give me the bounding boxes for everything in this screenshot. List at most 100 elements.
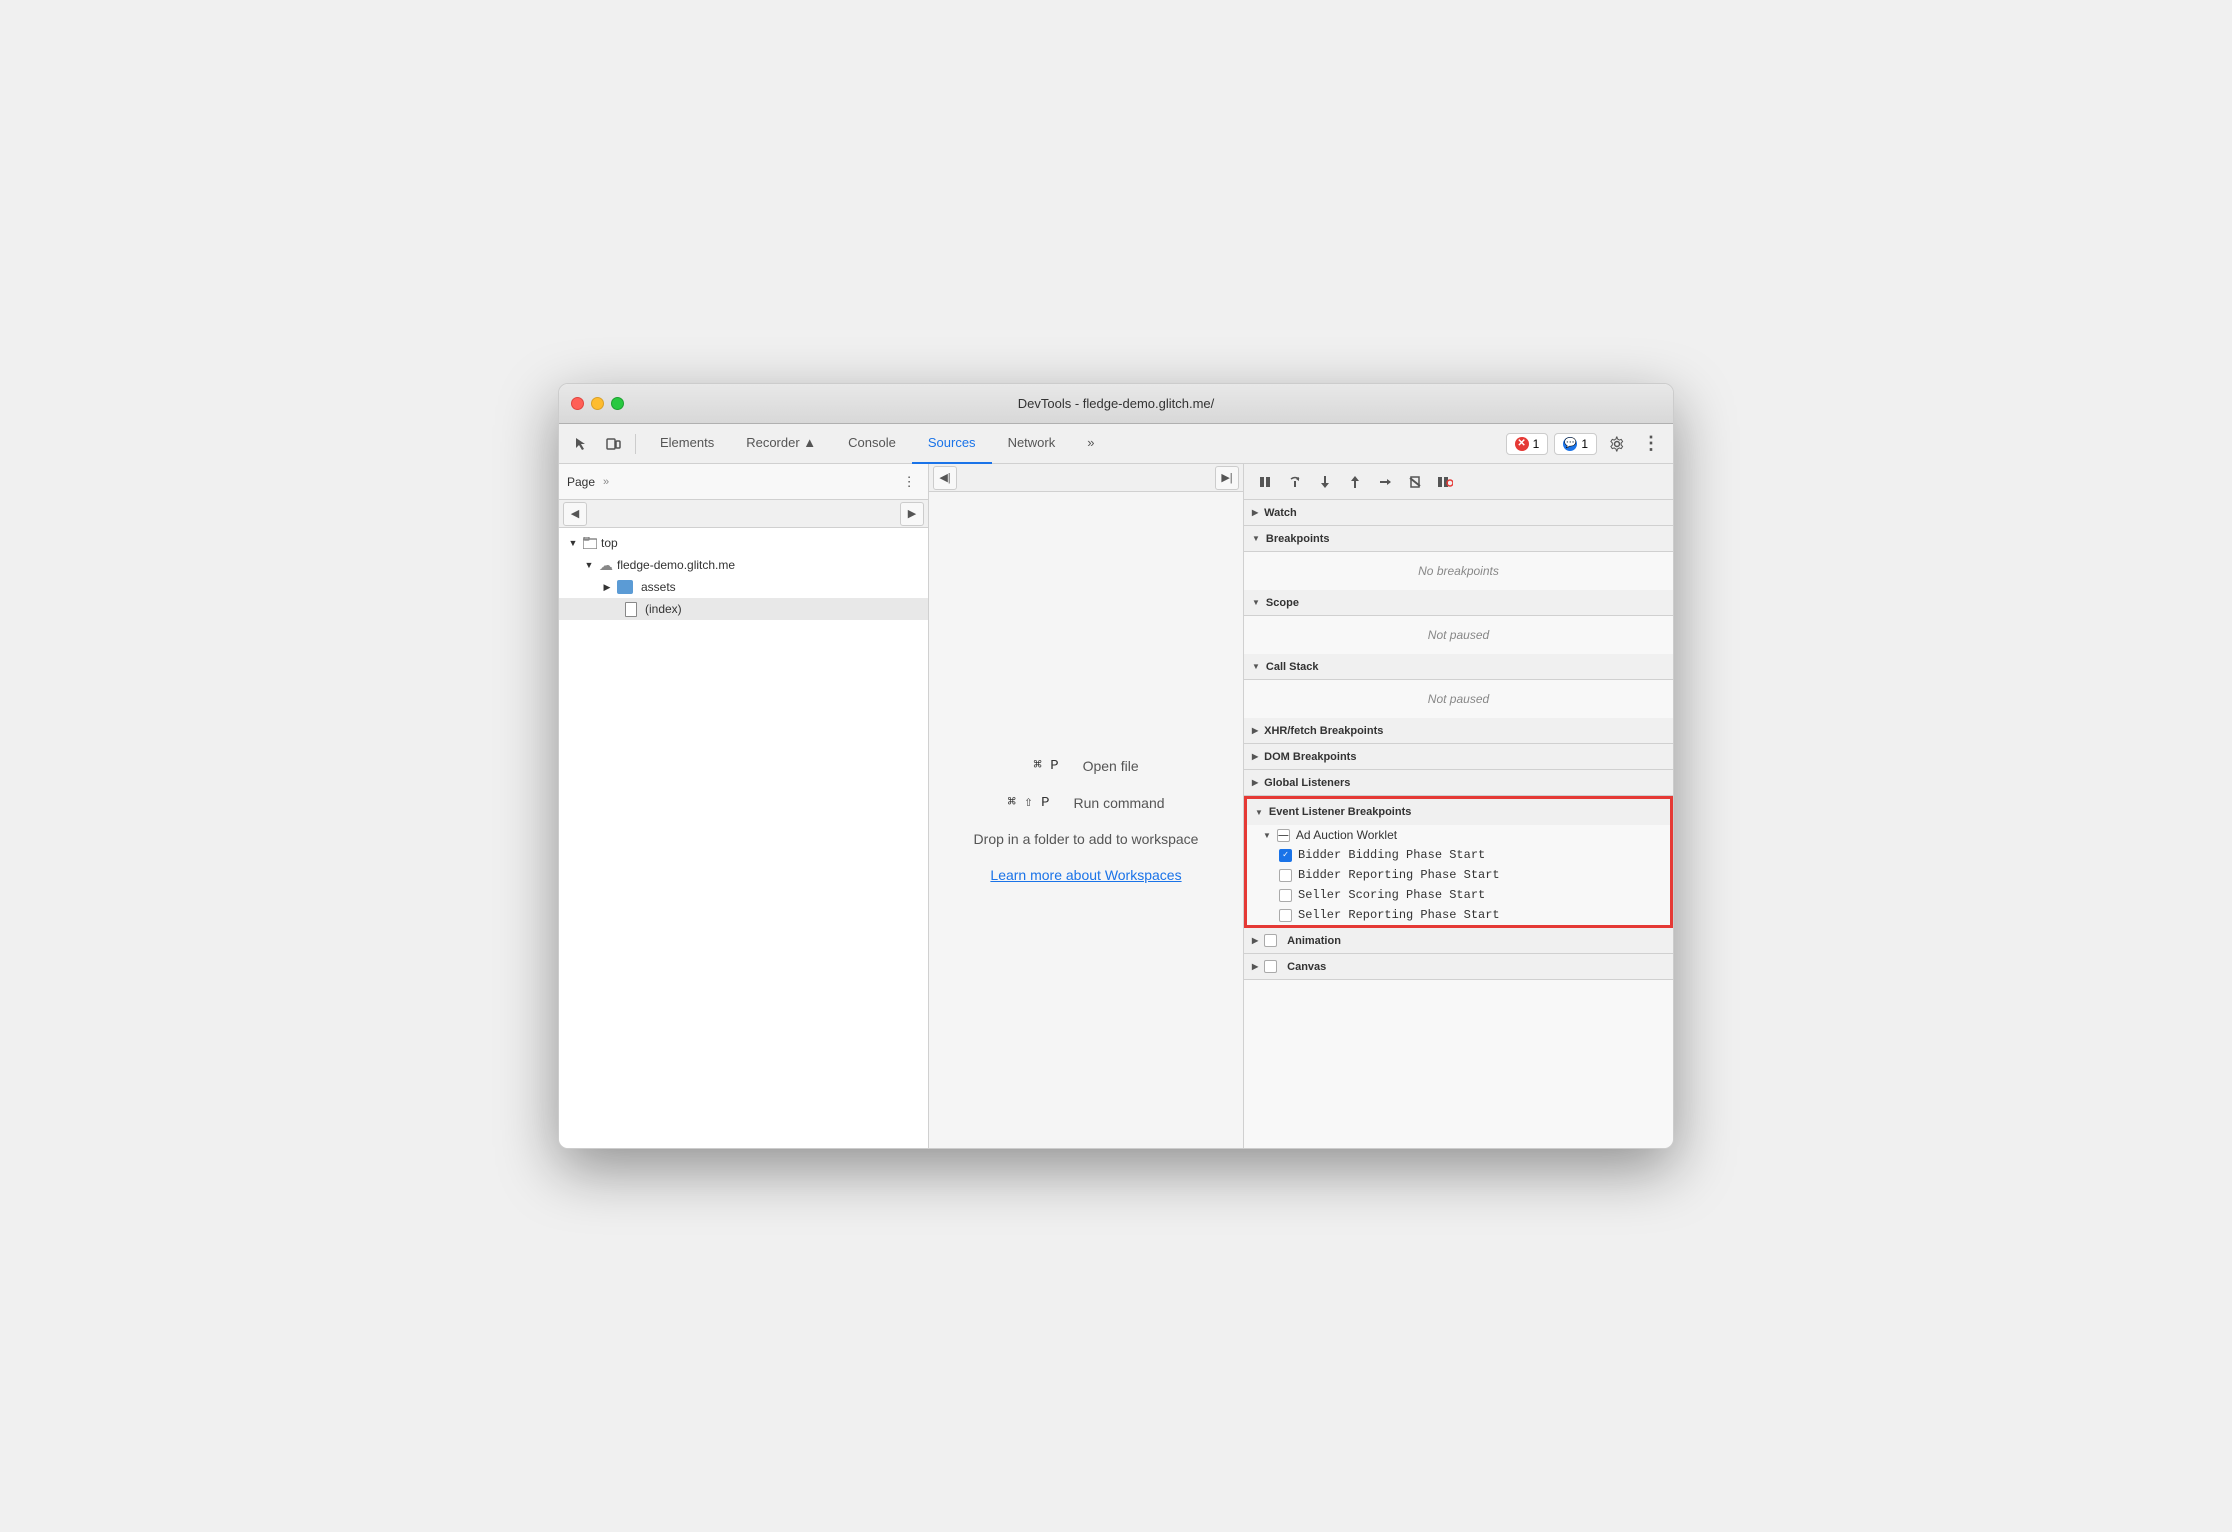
breakpoint-bidder-bidding[interactable]: Bidder Bidding Phase Start: [1247, 845, 1670, 865]
minimize-button[interactable]: [591, 397, 604, 410]
scope-content: Not paused: [1244, 616, 1673, 654]
pause-resume-button[interactable]: [1252, 469, 1278, 495]
dom-label: DOM Breakpoints: [1264, 751, 1356, 763]
title-bar: DevTools - fledge-demo.glitch.me/: [559, 384, 1673, 424]
ad-auction-label: Ad Auction Worklet: [1296, 828, 1397, 842]
left-panel-toolbar: ◀ ▶: [559, 500, 928, 528]
maximize-button[interactable]: [611, 397, 624, 410]
scope-label: Scope: [1266, 597, 1299, 609]
more-options-button[interactable]: ⋮: [1637, 430, 1665, 458]
chevron-right-icon: »: [603, 476, 609, 488]
section-header-xhr[interactable]: ▶ XHR/fetch Breakpoints: [1244, 718, 1673, 744]
expand-arrow-fledge: ▼: [583, 559, 595, 571]
ad-auction-expand-icon: ▼: [1263, 831, 1271, 840]
center-nav-right[interactable]: ▶|: [1215, 466, 1239, 490]
cursor-icon: [573, 436, 589, 452]
tab-console[interactable]: Console: [832, 424, 912, 464]
step-out-icon: [1348, 475, 1362, 489]
more-options-tree-button[interactable]: ⋮: [898, 471, 920, 493]
inspect-icon-button[interactable]: [567, 430, 595, 458]
section-header-animation[interactable]: ▶ Animation: [1244, 928, 1673, 954]
tab-network[interactable]: Network: [992, 424, 1072, 464]
bidder-reporting-checkbox[interactable]: [1279, 869, 1292, 882]
tab-recorder[interactable]: Recorder ▲: [730, 424, 832, 464]
call-stack-label: Call Stack: [1266, 661, 1319, 673]
close-button[interactable]: [571, 397, 584, 410]
top-folder-icon: [583, 537, 597, 549]
pause-exceptions-icon: [1437, 475, 1453, 489]
section-header-breakpoints[interactable]: ▼ Breakpoints: [1244, 526, 1673, 552]
call-stack-content: Not paused: [1244, 680, 1673, 718]
error-badge-button[interactable]: ✕ 1: [1506, 433, 1549, 455]
ad-auction-checkbox[interactable]: [1277, 829, 1290, 842]
call-stack-empty: Not paused: [1244, 684, 1673, 714]
shortcut-run-command-label: Run command: [1074, 795, 1165, 811]
device-mode-button[interactable]: [599, 430, 627, 458]
section-header-global-listeners[interactable]: ▶ Global Listeners: [1244, 770, 1673, 796]
tree-item-index[interactable]: (index): [559, 598, 928, 620]
breakpoints-label: Breakpoints: [1266, 533, 1330, 545]
tree-item-top[interactable]: ▼ top: [559, 532, 928, 554]
tab-sources[interactable]: Sources: [912, 424, 992, 464]
call-stack-expand-icon: ▼: [1252, 662, 1260, 671]
dom-expand-icon: ▶: [1252, 752, 1258, 761]
page-tab-label[interactable]: Page: [567, 475, 595, 489]
debugger-toolbar: [1244, 464, 1673, 500]
center-content: ⌘ P Open file ⌘ ⇧ P Run command Drop in …: [929, 492, 1243, 1148]
traffic-lights: [571, 397, 624, 410]
file-tree: ▼ top ▼ ☁ fledge-demo.glitch.me ▶: [559, 528, 928, 1148]
seller-reporting-label: Seller Reporting Phase Start: [1298, 908, 1500, 922]
seller-scoring-checkbox[interactable]: [1279, 889, 1292, 902]
breakpoint-seller-scoring[interactable]: Seller Scoring Phase Start: [1247, 885, 1670, 905]
info-icon: 💬: [1563, 437, 1577, 451]
step-into-button[interactable]: [1312, 469, 1338, 495]
error-icon: ✕: [1515, 437, 1529, 451]
tree-label-index: (index): [645, 602, 682, 616]
section-header-call-stack[interactable]: ▼ Call Stack: [1244, 654, 1673, 680]
tree-item-fledge[interactable]: ▼ ☁ fledge-demo.glitch.me: [559, 554, 928, 576]
breakpoint-seller-reporting[interactable]: Seller Reporting Phase Start: [1247, 905, 1670, 925]
left-panel-header: Page » ⋮: [559, 464, 928, 500]
scope-expand-icon: ▼: [1252, 598, 1260, 607]
tree-item-assets[interactable]: ▶ assets: [559, 576, 928, 598]
step-into-icon: [1318, 475, 1332, 489]
settings-button[interactable]: [1603, 430, 1631, 458]
section-header-canvas[interactable]: ▶ Canvas: [1244, 954, 1673, 980]
tab-elements[interactable]: Elements: [644, 424, 730, 464]
canvas-checkbox[interactable]: [1264, 960, 1277, 973]
workspace-learn-more-link[interactable]: Learn more about Workspaces: [990, 867, 1181, 883]
animation-expand-icon: ▶: [1252, 936, 1258, 945]
toolbar-right: ✕ 1 💬 1 ⋮: [1506, 430, 1665, 458]
expand-panel-button[interactable]: ▶: [900, 502, 924, 526]
center-panel: ◀| ▶| ⌘ P Open file ⌘ ⇧ P Run command Dr…: [929, 464, 1243, 1148]
shortcut-open-file-row: ⌘ P Open file: [1033, 757, 1138, 774]
bidder-bidding-checkbox[interactable]: [1279, 849, 1292, 862]
section-header-scope[interactable]: ▼ Scope: [1244, 590, 1673, 616]
devtools-window: DevTools - fledge-demo.glitch.me/ Elemen…: [558, 383, 1674, 1149]
ad-auction-group[interactable]: ▼ Ad Auction Worklet: [1247, 825, 1670, 845]
deactivate-breakpoints-button[interactable]: [1402, 469, 1428, 495]
tab-more[interactable]: »: [1071, 424, 1110, 464]
pause-exceptions-button[interactable]: [1432, 469, 1458, 495]
expand-arrow-top: ▼: [567, 537, 579, 549]
breakpoint-bidder-reporting[interactable]: Bidder Reporting Phase Start: [1247, 865, 1670, 885]
section-header-event-listener[interactable]: ▼ Event Listener Breakpoints: [1247, 799, 1670, 825]
step-out-button[interactable]: [1342, 469, 1368, 495]
collapse-panel-button[interactable]: ◀: [563, 502, 587, 526]
section-header-dom[interactable]: ▶ DOM Breakpoints: [1244, 744, 1673, 770]
center-nav-left[interactable]: ◀|: [933, 466, 957, 490]
shortcut-open-file-keys: ⌘ P: [1033, 757, 1058, 774]
step-button[interactable]: [1372, 469, 1398, 495]
canvas-expand-icon: ▶: [1252, 962, 1258, 971]
seller-reporting-checkbox[interactable]: [1279, 909, 1292, 922]
bidder-reporting-label: Bidder Reporting Phase Start: [1298, 868, 1500, 882]
animation-checkbox[interactable]: [1264, 934, 1277, 947]
shortcut-run-command-keys: ⌘ ⇧ P: [1007, 794, 1049, 811]
toolbar-separator-1: [635, 434, 636, 454]
section-header-watch[interactable]: ▶ Watch: [1244, 500, 1673, 526]
file-icon-index: [625, 602, 637, 617]
device-icon: [605, 436, 621, 452]
xhr-expand-icon: ▶: [1252, 726, 1258, 735]
info-badge-button[interactable]: 💬 1: [1554, 433, 1597, 455]
step-over-button[interactable]: [1282, 469, 1308, 495]
